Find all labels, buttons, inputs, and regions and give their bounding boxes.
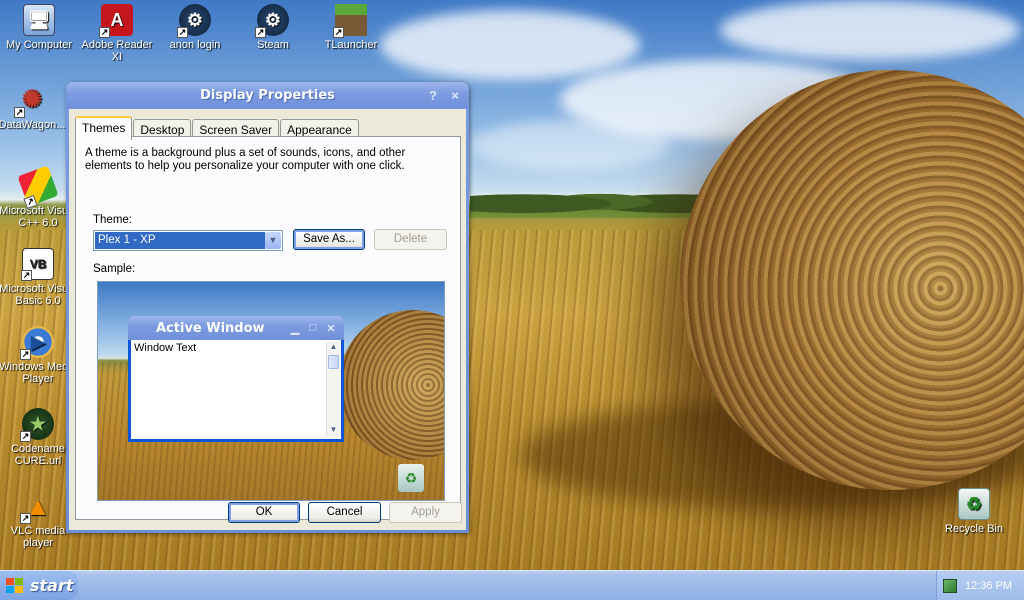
system-tray: 12:36 PM bbox=[936, 571, 1024, 600]
desktop-icon-my-computer[interactable]: 🖥 My Computer bbox=[0, 4, 79, 51]
desktop-icon-recycle-bin[interactable]: ♻ Recycle Bin bbox=[934, 488, 1014, 535]
tab-themes[interactable]: Themes bbox=[75, 116, 133, 140]
dialog-titlebar[interactable]: Display Properties ? × bbox=[66, 82, 469, 109]
chevron-down-icon[interactable]: ▼ bbox=[265, 232, 281, 249]
help-button[interactable]: ? bbox=[423, 88, 443, 103]
scroll-thumb bbox=[328, 355, 339, 369]
media-player-icon: ▶ ↗ bbox=[20, 326, 54, 360]
pdf-icon: A ↗ bbox=[99, 4, 133, 38]
computer-icon: 🖥 bbox=[23, 4, 55, 36]
sample-label: Sample: bbox=[93, 263, 136, 275]
shortcut-arrow-icon: ↗ bbox=[14, 107, 25, 118]
shortcut-arrow-icon: ↗ bbox=[177, 27, 188, 38]
shortcut-arrow-icon: ↗ bbox=[99, 27, 110, 38]
desktop-icon-label: DataWagon... bbox=[0, 119, 66, 131]
sample-scrollbar: ▲ ▼ bbox=[326, 342, 340, 437]
clock[interactable]: 12:36 PM bbox=[965, 580, 1012, 592]
maximize-icon: □ bbox=[309, 322, 317, 334]
sample-window-text: Window Text bbox=[134, 342, 197, 354]
start-label: start bbox=[30, 576, 74, 595]
recycle-bin-icon: ♻ bbox=[958, 488, 990, 520]
desktop-icon-label: VLC media player bbox=[10, 525, 66, 549]
desktop-icon-steam[interactable]: ⚙ ↗ Steam bbox=[233, 4, 313, 51]
dialog-title: Display Properties bbox=[200, 88, 335, 103]
minecraft-icon: ↗ bbox=[333, 4, 367, 38]
save-as-button[interactable]: Save As... bbox=[293, 229, 365, 250]
cloud bbox=[720, 0, 1020, 60]
shortcut-arrow-icon: ↗ bbox=[20, 349, 31, 360]
steam-icon: ⚙ ↗ bbox=[255, 4, 289, 38]
minimize-icon: ▁ bbox=[290, 322, 300, 335]
desktop-icon-label: Steam bbox=[257, 39, 289, 51]
theme-description: A theme is a background plus a set of so… bbox=[85, 147, 406, 172]
sample-window-titlebar: Active Window ▁ □ ✕ bbox=[128, 316, 344, 340]
desktop-icon-label: Recycle Bin bbox=[944, 523, 1004, 535]
theme-dropdown-value: Plex 1 - XP bbox=[95, 232, 265, 249]
desktop-icon-label: My Computer bbox=[5, 39, 73, 51]
close-icon: ✕ bbox=[326, 322, 336, 335]
scroll-up-icon: ▲ bbox=[329, 342, 338, 351]
shortcut-arrow-icon: ↗ bbox=[255, 27, 266, 38]
cloud bbox=[380, 10, 640, 80]
cancel-button[interactable]: Cancel bbox=[308, 502, 381, 523]
scroll-down-icon: ▼ bbox=[329, 425, 338, 434]
desktop-icon-label: Codename CURE.url bbox=[11, 443, 65, 467]
desktop-icon-tlauncher[interactable]: ↗ TLauncher bbox=[311, 4, 391, 51]
recycle-bin-icon: ♻ bbox=[398, 464, 424, 492]
ok-button[interactable]: OK bbox=[228, 502, 300, 523]
shortcut-arrow-icon: ↗ bbox=[333, 27, 344, 38]
theme-dropdown[interactable]: Plex 1 - XP ▼ bbox=[93, 230, 283, 251]
visual-basic-icon: VB ↗ bbox=[21, 248, 54, 281]
sample-window-title: Active Window bbox=[156, 320, 265, 336]
desktop-icon-anon-login[interactable]: ⚙ ↗ anon login bbox=[155, 4, 235, 51]
start-button[interactable]: start bbox=[0, 571, 78, 600]
game-icon: ★ ↗ bbox=[20, 408, 54, 442]
display-properties-dialog: Display Properties ? × Themes Desktop Sc… bbox=[66, 82, 469, 533]
sample-preview: Active Window ▁ □ ✕ Window Text ▲ ▼ ♻ bbox=[97, 281, 445, 501]
sample-active-window: Active Window ▁ □ ✕ Window Text ▲ ▼ bbox=[128, 316, 344, 442]
datawagon-icon: ✺ ↗ bbox=[14, 86, 43, 118]
visual-cpp-icon: ↗ bbox=[17, 165, 59, 210]
apply-button[interactable]: Apply bbox=[389, 502, 462, 523]
sample-window-body: Window Text ▲ ▼ bbox=[131, 340, 341, 439]
desktop-icon-adobe-reader[interactable]: A ↗ Adobe Reader XI bbox=[77, 4, 157, 63]
steam-icon: ⚙ ↗ bbox=[177, 4, 211, 38]
cloud bbox=[470, 120, 670, 170]
shortcut-arrow-icon: ↗ bbox=[21, 270, 32, 281]
delete-button[interactable]: Delete bbox=[374, 229, 447, 250]
taskbar: start 12:36 PM bbox=[0, 570, 1024, 600]
network-icon[interactable] bbox=[943, 578, 957, 593]
shortcut-arrow-icon: ↗ bbox=[20, 431, 31, 442]
close-button[interactable]: × bbox=[445, 88, 465, 103]
desktop-icon-label: Adobe Reader XI bbox=[81, 39, 153, 63]
windows-flag-icon bbox=[6, 577, 24, 594]
desktop-icon-label: TLauncher bbox=[324, 39, 378, 51]
desktop-icon-datawagon[interactable]: ✺ ↗ DataWagon... bbox=[0, 84, 72, 132]
theme-label: Theme: bbox=[93, 214, 132, 226]
dialog-client: Themes Desktop Screen Saver Appearance A… bbox=[69, 109, 466, 530]
shortcut-arrow-icon: ↗ bbox=[20, 513, 31, 524]
vlc-icon: ▲ ↗ bbox=[20, 491, 51, 524]
desktop-icon-label: anon login bbox=[169, 39, 221, 51]
